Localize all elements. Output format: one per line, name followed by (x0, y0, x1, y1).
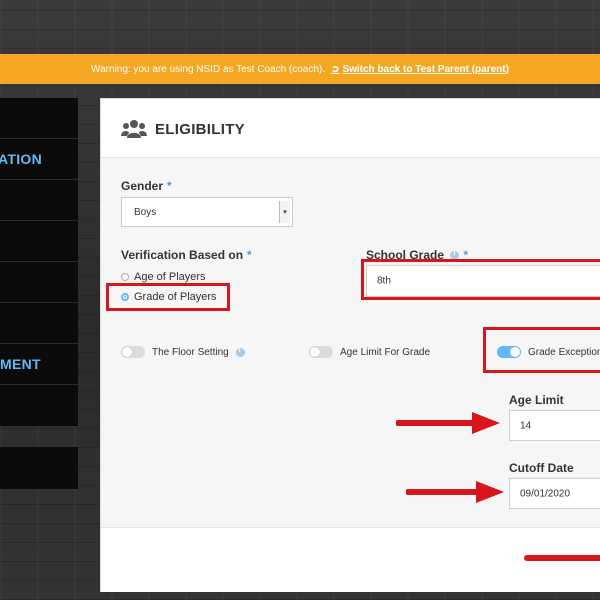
floor-setting-toggle-row[interactable]: The Floor Setting (121, 346, 245, 358)
highlight-box-school-grade (361, 259, 600, 300)
impersonation-warning-bar: Warning: you are using NSID as Test Coac… (0, 54, 600, 84)
info-icon[interactable] (235, 347, 245, 357)
side-menu-item[interactable] (0, 385, 78, 425)
side-menu-item[interactable] (0, 221, 78, 262)
cutoff-date-field[interactable]: 09/01/2020 (509, 478, 600, 509)
switch-back-label: Switch back to Test Parent (parent) (342, 63, 509, 75)
red-arrow-icon (406, 481, 504, 503)
floor-setting-toggle[interactable] (121, 346, 145, 358)
age-limit-for-grade-toggle-row[interactable]: Age Limit For Grade (309, 346, 430, 358)
panel-header: ELIGIBILITY (101, 99, 600, 158)
switch-icon: ➲ (331, 63, 340, 75)
users-group-icon (121, 120, 147, 138)
cutoff-date-label: Cutoff Date (509, 461, 574, 475)
side-menu-item[interactable] (0, 98, 78, 139)
side-menu-item[interactable]: ATION (0, 139, 78, 180)
side-menu-item[interactable]: MENT (0, 344, 78, 385)
warning-text: Warning: you are using NSID as Test Coac… (91, 63, 326, 75)
side-menu-item[interactable] (0, 303, 78, 344)
chevron-updown-icon: ▾ (279, 201, 290, 223)
side-menu-item[interactable] (0, 262, 78, 303)
highlight-box-grade-exception (483, 327, 600, 373)
verification-label: Verification Based on * (121, 248, 252, 262)
gender-select[interactable]: Boys ▾ (121, 197, 293, 227)
highlight-box-grade-radio (106, 283, 230, 311)
gender-label: Gender * (121, 179, 172, 193)
radio-circle[interactable] (121, 273, 129, 281)
side-menu: ATION MENT (0, 98, 78, 426)
panel-title: ELIGIBILITY (155, 121, 245, 138)
age-limit-label: Age Limit (509, 393, 564, 407)
red-arrow-icon (396, 412, 500, 434)
age-limit-for-grade-toggle[interactable] (309, 346, 333, 358)
radio-age-of-players[interactable]: Age of Players (121, 271, 206, 283)
age-limit-field[interactable]: 14 (509, 410, 600, 441)
side-menu-item[interactable] (0, 180, 78, 221)
red-arrow-icon (524, 555, 600, 561)
side-menu-button[interactable] (0, 447, 78, 489)
switch-back-link[interactable]: ➲ Switch back to Test Parent (parent) (331, 64, 509, 75)
eligibility-panel: ELIGIBILITY Gender * Boys ▾ Verification … (100, 98, 600, 592)
